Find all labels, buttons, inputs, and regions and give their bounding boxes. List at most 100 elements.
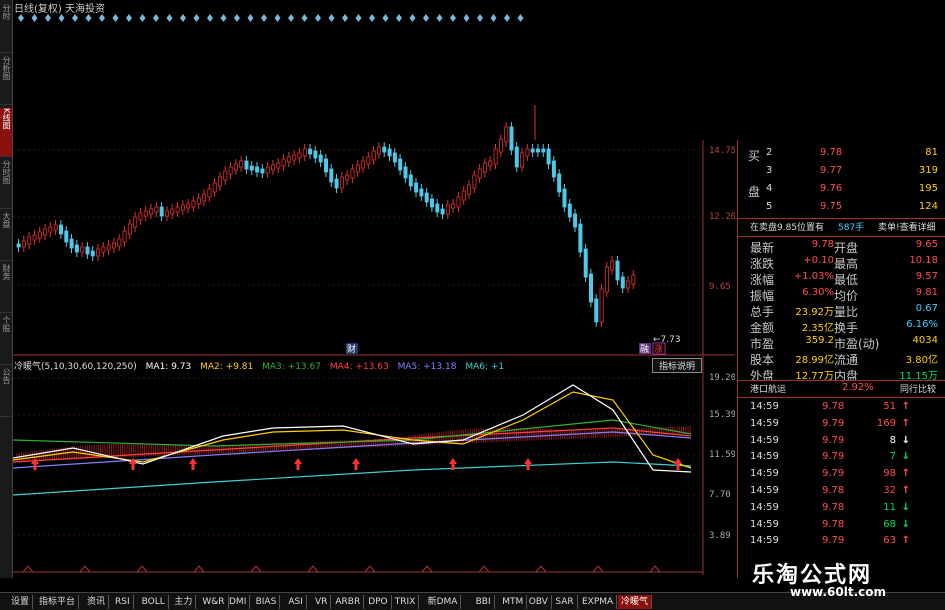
candle-body [143, 210, 148, 217]
event-marker-icon [328, 14, 335, 22]
candle-body [546, 148, 551, 165]
quote-value: 2.35亿 [801, 323, 834, 334]
sell-info-bar[interactable]: 在卖盘9.85位置有 587手 卖单!查看详细 [738, 218, 945, 237]
tick-time: 14:59 [750, 501, 779, 513]
indicator-tab[interactable]: 冷暖气 [618, 595, 653, 609]
indicator-tab[interactable]: MTM [499, 595, 528, 609]
indicator-tab[interactable]: 指标平台 [36, 595, 80, 609]
side-tab[interactable]: K线图 [0, 108, 12, 157]
tick-time: 14:59 [750, 485, 779, 496]
candle-body [345, 174, 350, 181]
indicator-tab[interactable]: TRIX [392, 595, 420, 609]
indicator-tab[interactable]: 资讯 [84, 595, 110, 609]
price-axis-label: 9.65 [709, 282, 731, 292]
finance-badge[interactable]: 财 [346, 343, 358, 355]
sell-info-text: 在卖盘9.85位置有 [750, 223, 825, 233]
tick-price: 9.79 [822, 434, 845, 446]
candle-body [604, 266, 609, 293]
indicator-tab[interactable]: OBV [526, 595, 552, 609]
indicator-axis-label: 7.70 [709, 490, 731, 500]
candle-body [265, 166, 270, 174]
candle-body [366, 156, 371, 165]
candle-body [313, 150, 318, 159]
event-marker-icon [126, 14, 132, 22]
candle-body [573, 213, 578, 228]
tick-price: 9.78 [822, 518, 845, 530]
event-marker-icon [193, 14, 200, 22]
quote-row: 最新 9.78 开盘 9.65 [738, 238, 945, 255]
indicator-tab[interactable]: DMI [226, 595, 251, 609]
order-book-row[interactable]: 3 9.77 319 [738, 164, 945, 180]
candle-body [482, 162, 487, 173]
event-marker-icon [301, 14, 308, 22]
side-tab[interactable]: 分析图 [0, 56, 12, 105]
order-book-level: 3 [766, 165, 773, 176]
tick-volume: 51 [883, 401, 896, 412]
margin-badge[interactable]: 融 [639, 343, 651, 355]
candle-body [159, 206, 164, 217]
event-marker-icon [504, 14, 510, 22]
candle-body [276, 162, 281, 169]
indicator-tab[interactable]: SAR [552, 595, 578, 609]
time-marker-icon [193, 565, 205, 573]
side-tab[interactable]: 分时 [0, 4, 12, 53]
side-tab[interactable]: 公告 [0, 368, 12, 417]
sell-info-link[interactable]: 卖单!查看详细 [878, 220, 936, 233]
tick-volume: 169 [876, 417, 896, 429]
indicator-help-button[interactable]: 指标说明 [652, 358, 703, 373]
event-marker-icon [261, 14, 267, 22]
margin-badge-text: 融 [640, 344, 649, 355]
indicator-tab[interactable]: EXPMA [579, 595, 618, 609]
candle-body [371, 150, 376, 161]
quote-row: 市盈 359.2 市盈(动) 4034 [738, 334, 945, 351]
candle-body [244, 160, 249, 170]
side-tab[interactable]: 大盘 [0, 212, 12, 261]
order-book-price: 9.76 [820, 183, 843, 194]
order-book-row[interactable]: 盘 4 9.76 195 [738, 182, 945, 199]
candle-body [48, 226, 53, 233]
limit-up-badge[interactable]: 涨 [652, 342, 666, 355]
side-tab[interactable]: 分时图 [0, 160, 12, 209]
event-marker-icon [490, 14, 497, 22]
candle-body [440, 208, 445, 215]
indicator-tab[interactable]: 新DMA [425, 595, 462, 609]
indicator-tab[interactable]: RSI [112, 595, 134, 609]
candle-body [382, 146, 387, 153]
sector-name: 港口航运 [750, 385, 787, 395]
side-tab[interactable]: 财务 [0, 264, 12, 313]
indicator-tab[interactable]: W&R [199, 595, 229, 609]
candle-body [583, 248, 588, 278]
candle-body [467, 184, 472, 195]
side-tab[interactable]: 个股 [0, 316, 12, 365]
indicator-tab[interactable]: ARBR [332, 595, 365, 609]
candle-body [594, 298, 599, 323]
tick-row: 14:59 9.78 11 ↓ [738, 501, 945, 517]
kline-chart[interactable]: 14.7512.209.6519.2015.3911.597.703.89010… [13, 0, 735, 575]
sector-compare-button[interactable]: 同行比较 [900, 382, 936, 395]
order-book-row[interactable]: 5 9.75 124 [738, 200, 945, 216]
indicator-tab[interactable]: BIAS [253, 595, 281, 609]
indicator-tab[interactable]: BBI [473, 595, 495, 609]
event-marker-icon [85, 14, 92, 22]
indicator-tab[interactable]: VR [312, 595, 332, 609]
sector-bar[interactable]: 港口航运 2.92% 同行比较 [738, 380, 945, 398]
quote-row: 总手 23.92万 量比 0.67 [738, 302, 945, 319]
candle-body [16, 243, 21, 248]
indicator-tab[interactable]: ASI [285, 595, 307, 609]
indicator-legend: 冷暖气(5,10,30,60,120,250) MA1: 9.73 MA2: +… [14, 359, 510, 372]
quote-value: 359.2 [805, 335, 834, 346]
indicator-tab[interactable]: 主力 [171, 595, 197, 609]
candle-body [196, 197, 201, 205]
tick-volume: 68 [883, 518, 896, 530]
indicator-tab[interactable]: BOLL [139, 595, 169, 609]
indicator-tab[interactable]: DPO [365, 595, 392, 609]
tick-price: 9.78 [822, 401, 845, 412]
quote-row: 股本 28.99亿 流通 3.80亿 [738, 350, 945, 367]
tick-row: 14:59 9.78 51 ↑ [738, 400, 945, 416]
order-book-row[interactable]: 买 2 9.78 81 [738, 146, 945, 163]
quote-value: 9.78 [811, 239, 834, 250]
candle-body [557, 173, 562, 193]
candle-body [175, 206, 180, 213]
indicator-tab[interactable]: 设置 [8, 595, 34, 609]
candle-body [419, 188, 424, 197]
